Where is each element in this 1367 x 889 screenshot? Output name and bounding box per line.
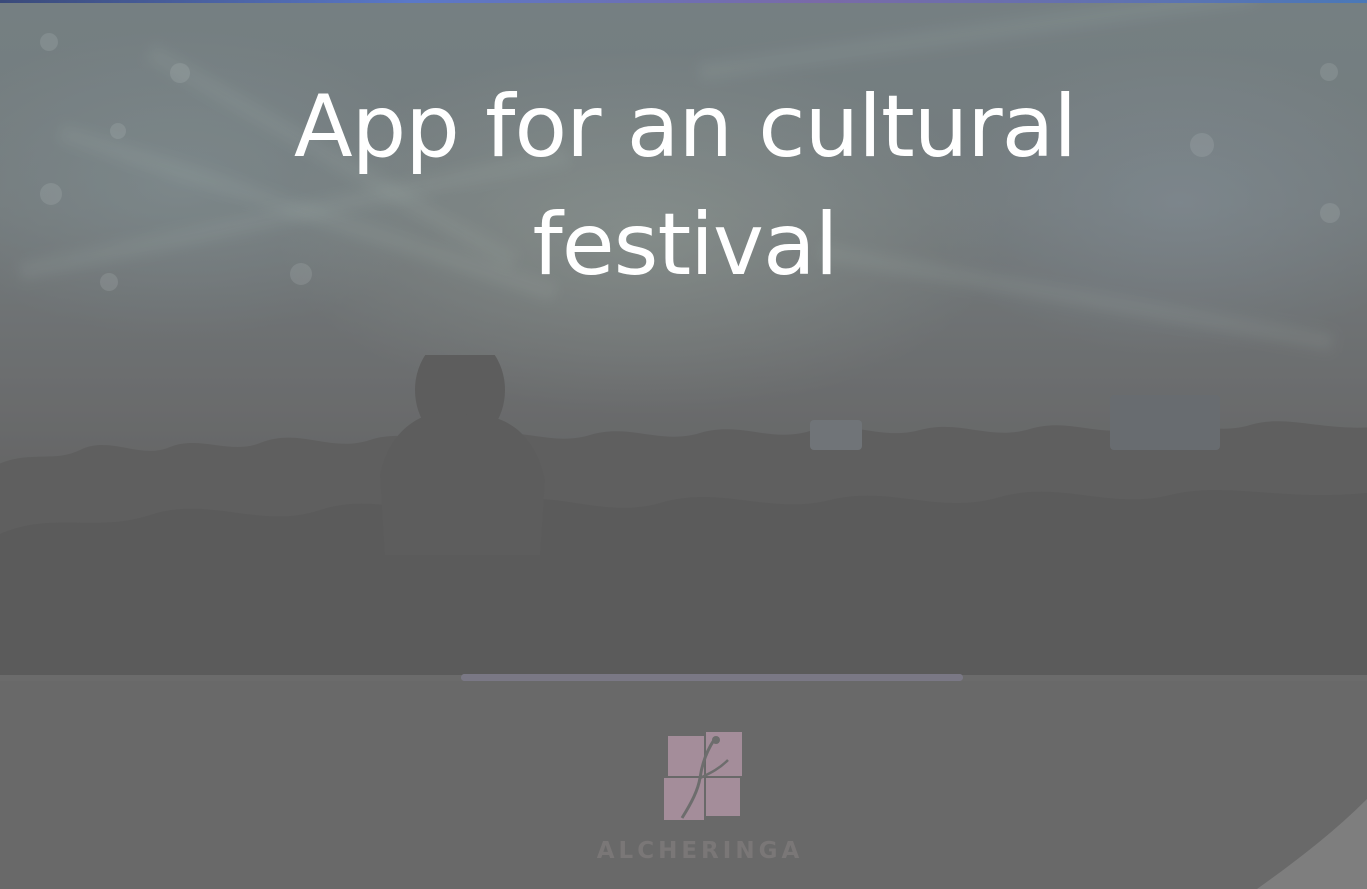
loading-progress-fill <box>461 674 963 681</box>
dancer-logo-icon <box>664 732 742 820</box>
loading-progress-bar <box>461 674 963 681</box>
headline-line-1: App for an cultural <box>293 77 1077 177</box>
logo-wordmark: ALCHERINGA <box>596 838 804 864</box>
headline-line-2: festival <box>532 195 838 295</box>
corner-swoosh-decoration <box>1257 799 1367 889</box>
splash-headline: App for an cultural festival <box>185 68 1185 304</box>
splash-screen: App for an cultural festival ALCHERINGA <box>0 0 1367 889</box>
